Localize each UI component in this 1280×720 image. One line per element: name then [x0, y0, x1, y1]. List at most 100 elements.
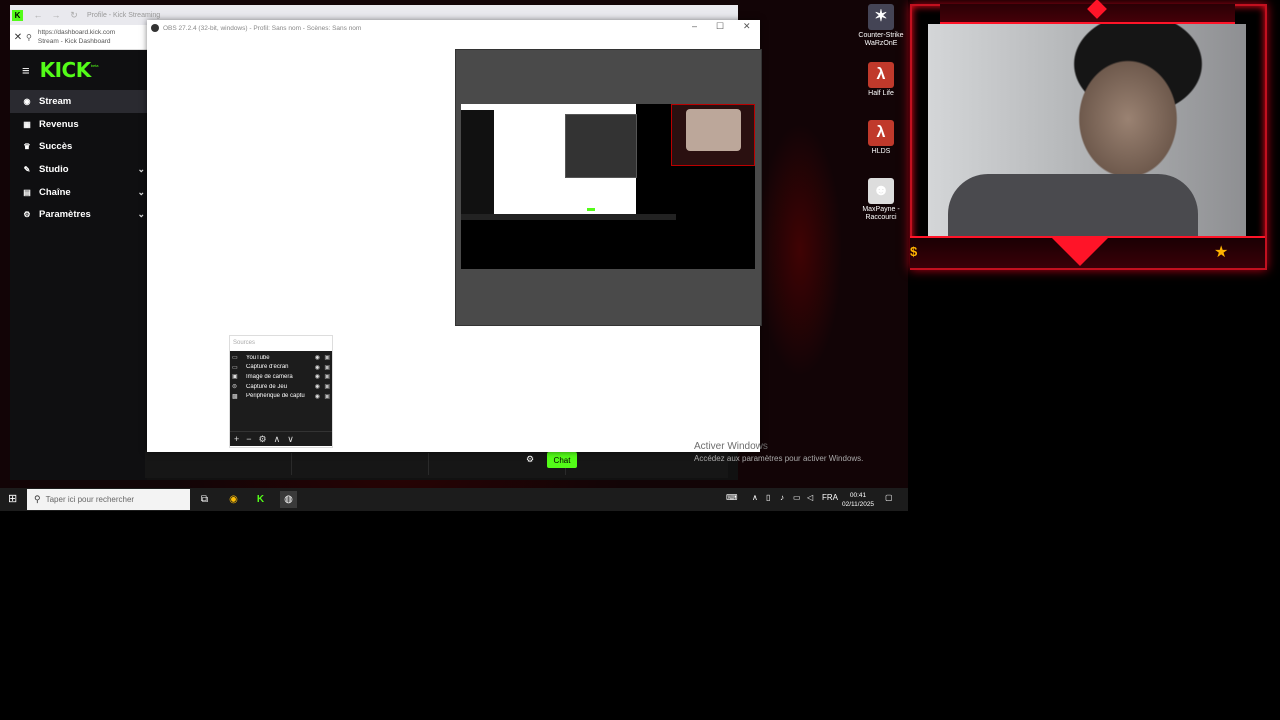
lock-icon[interactable]: ▣	[324, 393, 330, 400]
move-up-icon[interactable]: ∧	[274, 434, 281, 445]
browser-tab-title[interactable]: Profile - Kick Streaming	[87, 12, 160, 19]
source-row[interactable]: ▩ Périphérique de captu ◉ ▣	[230, 391, 332, 401]
forward-icon[interactable]: →	[47, 10, 65, 20]
keyboard-icon[interactable]: ⌨	[726, 493, 738, 502]
source-settings-icon[interactable]: ⚙	[259, 434, 267, 445]
notifications-icon[interactable]: ▢	[885, 493, 893, 502]
sidebar-item-succes[interactable]: ♛ Succès	[10, 135, 147, 158]
sidebar-item-label: Stream	[39, 95, 72, 107]
desktop-shortcut[interactable]: λ Half Life	[853, 62, 909, 98]
source-name: Périphérique de captu	[246, 393, 305, 400]
eye-icon[interactable]: ◉	[315, 383, 320, 390]
chevron-down-icon[interactable]: ⌄	[137, 209, 145, 220]
chevron-down-icon[interactable]: ⌄	[137, 164, 145, 175]
overlay-triangle	[1052, 238, 1108, 266]
sidebar-item-parametres[interactable]: ⚙ Paramètres ⌄	[10, 203, 147, 226]
windows-start-icon[interactable]: ⊞	[8, 493, 20, 505]
cs-icon: ✶	[868, 4, 894, 30]
eye-icon[interactable]: ◉	[315, 373, 320, 380]
lock-icon[interactable]: ▣	[324, 354, 330, 361]
source-row[interactable]: ▣ Image de camera ◉ ▣	[230, 372, 332, 382]
sources-header: Sources	[233, 340, 256, 346]
lock-icon[interactable]: ▣	[324, 373, 330, 380]
taskbar-search[interactable]: ⚲ Taper ici pour rechercher	[27, 489, 190, 510]
eye-icon[interactable]: ◉	[315, 393, 320, 400]
language-indicator[interactable]: FRA	[822, 493, 838, 502]
sidebar-item-revenus[interactable]: ▦ Revenus	[10, 113, 147, 136]
desktop-shortcut[interactable]: ✶ Counter-Strike WaRzOnE	[853, 4, 909, 48]
source-name: Image de camera	[246, 373, 293, 380]
desktop: K ← → ↻ Profile - Kick Streaming ✕ ⚲ htt…	[0, 0, 908, 511]
site-settings-icon[interactable]: ⚲	[26, 33, 32, 42]
window-close-icon[interactable]: ✕	[743, 21, 751, 32]
obs-app-icon[interactable]: ◍	[280, 491, 297, 508]
sidebar-item-chaine[interactable]: ▤ Chaîne ⌄	[10, 181, 147, 204]
maxpayne-icon: ☻	[868, 178, 894, 204]
remove-source-icon[interactable]: −	[246, 434, 251, 444]
obs-logo-icon	[151, 24, 159, 32]
source-row[interactable]: ⊜ Capture de Jeu ◉ ▣	[230, 382, 332, 392]
overlay-frame	[910, 4, 1267, 270]
back-icon[interactable]: ←	[29, 10, 47, 20]
add-source-icon[interactable]: +	[234, 434, 239, 444]
eye-icon[interactable]: ◉	[315, 364, 320, 371]
preview-canvas	[461, 104, 755, 269]
bottom-bar-cell	[145, 453, 292, 475]
star-icon: ★	[1214, 244, 1229, 261]
image-icon: ▣	[232, 374, 238, 381]
minimize-icon[interactable]: –	[692, 21, 697, 31]
menu-icon[interactable]: ≡	[22, 63, 30, 78]
sources-toolbar: + − ⚙ ∧ ∨	[230, 431, 332, 446]
desktop-shortcut[interactable]: ☻ MaxPayne - Raccourci	[853, 178, 909, 222]
source-row[interactable]: ▭ YouTube ◉ ▣	[230, 353, 332, 363]
desktop-shortcut-label: HLDS	[871, 148, 891, 155]
maximize-icon[interactable]: ☐	[716, 21, 724, 32]
kick-favicon-icon: K	[12, 9, 23, 21]
kick-beta-tag: beta	[90, 63, 99, 68]
chat-button[interactable]: Chat	[547, 452, 577, 468]
sources-dock: Sources ▭ YouTube ◉ ▣ ▭ Capture d'écran ◉ ▣ ▣ Ima…	[229, 335, 333, 448]
microphone-icon[interactable]: ♪	[780, 493, 784, 502]
sidebar-item-label: Succès	[39, 141, 73, 153]
sidebar-item-stream[interactable]: ◉ Stream	[10, 90, 147, 113]
sidebar-item-studio[interactable]: ✎ Studio ⌄	[10, 158, 147, 181]
eye-icon[interactable]: ◉	[315, 354, 320, 361]
settings-icon: ⚙	[23, 210, 31, 220]
reload-icon[interactable]: ↻	[65, 10, 83, 21]
url-text[interactable]: https://dashboard.kick.com	[38, 28, 115, 37]
chrome-icon[interactable]: ◉	[225, 491, 242, 508]
sidebar-item-label: Chaîne	[39, 186, 71, 198]
close-icon[interactable]: ✕	[10, 32, 26, 43]
move-down-icon[interactable]: ∨	[287, 434, 294, 445]
activation-subtitle: Accédez aux paramètres pour activer Wind…	[694, 454, 864, 463]
windows-activation-watermark: Activer Windows Accédez aux paramètres p…	[694, 441, 863, 463]
task-view-icon[interactable]: ⧉	[196, 491, 213, 508]
lock-icon[interactable]: ▣	[324, 383, 330, 390]
tray-overflow-icon[interactable]: ∧	[752, 493, 758, 502]
source-name: YouTube	[246, 354, 270, 361]
bottom-bar-cell	[429, 453, 566, 475]
desktop-shortcut[interactable]: λ HLDS	[853, 120, 909, 156]
monitor-icon: ▭	[232, 355, 238, 362]
chevron-down-icon[interactable]: ⌄	[137, 187, 145, 198]
clock-date: 02/11/2025	[842, 501, 875, 508]
network-icon[interactable]: ▭	[793, 493, 801, 502]
lock-icon[interactable]: ▣	[324, 364, 330, 371]
page-title-text: Stream - Kick Dashboard	[37, 38, 111, 45]
kick-logo[interactable]: KICK	[40, 58, 92, 82]
desktop-shortcut-label: Half Life	[868, 90, 894, 97]
activation-title: Activer Windows	[694, 441, 768, 452]
studio-icon: ✎	[23, 164, 31, 174]
obs-preview[interactable]	[455, 49, 762, 326]
kick-app-icon[interactable]: K	[252, 491, 269, 508]
device-icon[interactable]: ▯	[766, 493, 770, 502]
sources-list: ▭ YouTube ◉ ▣ ▭ Capture d'écran ◉ ▣ ▣ Image de ca…	[230, 351, 332, 431]
source-row[interactable]: ▭ Capture d'écran ◉ ▣	[230, 363, 332, 373]
kick-sidebar: ≡ KICK beta ◉ Stream ▦ Revenus ♛ Succès ✎ Studi…	[10, 50, 147, 480]
broadcast-icon: ◉	[23, 96, 31, 106]
volume-icon[interactable]: ◁	[807, 493, 813, 502]
clock[interactable]: 00:41 02/11/2025	[842, 491, 874, 509]
half-life-icon: λ	[868, 62, 894, 88]
chat-settings-icon[interactable]: ⚙	[526, 454, 534, 465]
sidebar-item-label: Revenus	[39, 118, 79, 130]
